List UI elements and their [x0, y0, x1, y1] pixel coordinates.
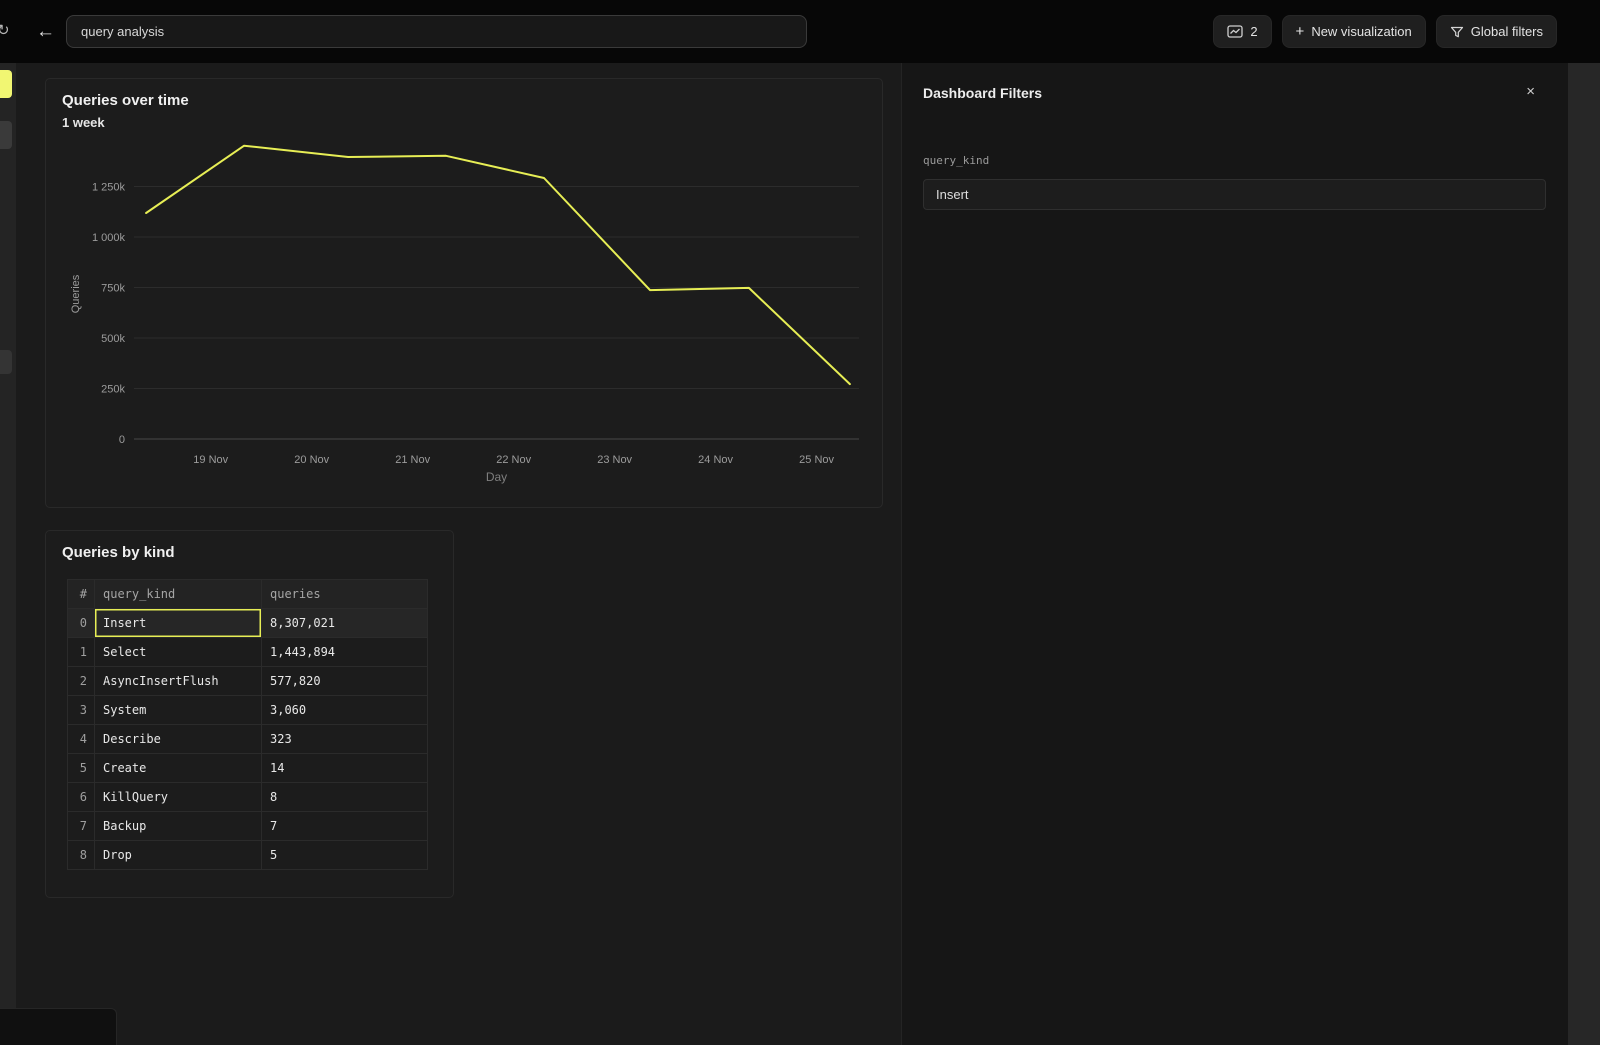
- svg-text:22 Nov: 22 Nov: [496, 454, 531, 466]
- column-header-index: #: [68, 580, 95, 609]
- query-kind-cell[interactable]: Backup: [95, 812, 262, 841]
- global-filters-label: Global filters: [1471, 24, 1543, 39]
- query-kind-cell[interactable]: Insert: [95, 609, 262, 638]
- refresh-icon[interactable]: ↻: [0, 21, 10, 39]
- row-index-cell: 1: [68, 638, 95, 667]
- filters-panel-title: Dashboard Filters: [923, 85, 1042, 101]
- sidebar-item-active[interactable]: [0, 70, 12, 98]
- svg-text:1 000k: 1 000k: [92, 232, 126, 244]
- row-index-cell: 5: [68, 754, 95, 783]
- query-kind-filter-value: Insert: [936, 187, 969, 202]
- chart-title: Queries over time: [62, 92, 189, 109]
- svg-text:20 Nov: 20 Nov: [294, 454, 329, 466]
- collapsed-sidebar: [0, 63, 16, 1045]
- queries-table: #query_kindqueries 0Insert8,307,0211Sele…: [67, 579, 428, 870]
- bottom-left-panel: [0, 1008, 117, 1045]
- funnel-icon: [1450, 25, 1464, 39]
- visualization-count-button[interactable]: 2: [1213, 15, 1271, 48]
- svg-text:19 Nov: 19 Nov: [193, 454, 228, 466]
- queries-value-cell[interactable]: 8: [262, 783, 428, 812]
- query-kind-cell[interactable]: Create: [95, 754, 262, 783]
- close-icon[interactable]: ×: [1526, 83, 1535, 100]
- new-visualization-label: New visualization: [1311, 24, 1411, 39]
- query-kind-cell[interactable]: Drop: [95, 841, 262, 870]
- svg-text:0: 0: [119, 434, 125, 446]
- row-index-cell: 2: [68, 667, 95, 696]
- table-row: 4Describe323: [68, 725, 428, 754]
- table-row: 1Select1,443,894: [68, 638, 428, 667]
- queries-over-time-panel[interactable]: 0 250k 500k 750k 1 000k 1 250k 19 Nov 20 Nov 21 …: [45, 78, 883, 508]
- query-kind-cell[interactable]: KillQuery: [95, 783, 262, 812]
- table-title: Queries by kind: [62, 544, 175, 561]
- dashboard-title-input[interactable]: [66, 15, 807, 48]
- column-header-query_kind: query_kind: [95, 580, 262, 609]
- table-row: 0Insert8,307,021: [68, 609, 428, 638]
- query-kind-cell[interactable]: Describe: [95, 725, 262, 754]
- scrollbar-track[interactable]: [1568, 0, 1600, 1045]
- new-visualization-button[interactable]: + New visualization: [1282, 15, 1426, 48]
- svg-text:250k: 250k: [101, 384, 125, 396]
- queries-value-cell[interactable]: 8,307,021: [262, 609, 428, 638]
- queries-table-body: 0Insert8,307,0211Select1,443,8942AsyncIn…: [68, 609, 428, 870]
- table-row: 3System3,060: [68, 696, 428, 725]
- table-row: 5Create14: [68, 754, 428, 783]
- queries-value-cell[interactable]: 1,443,894: [262, 638, 428, 667]
- plus-icon: +: [1296, 23, 1305, 40]
- back-button[interactable]: ←: [36, 0, 55, 63]
- svg-text:24 Nov: 24 Nov: [698, 454, 733, 466]
- row-index-cell: 4: [68, 725, 95, 754]
- queries-value-cell[interactable]: 5: [262, 841, 428, 870]
- row-index-cell: 6: [68, 783, 95, 812]
- table-row: 6KillQuery8: [68, 783, 428, 812]
- queries-chart: 0 250k 500k 750k 1 000k 1 250k 19 Nov 20 Nov 21 …: [46, 79, 882, 507]
- queries-value-cell[interactable]: 7: [262, 812, 428, 841]
- svg-text:23 Nov: 23 Nov: [597, 454, 632, 466]
- table-row: 2AsyncInsertFlush577,820: [68, 667, 428, 696]
- query-kind-cell[interactable]: System: [95, 696, 262, 725]
- global-filters-button[interactable]: Global filters: [1436, 15, 1557, 48]
- query-kind-filter-select[interactable]: Insert: [923, 179, 1546, 210]
- svg-text:500k: 500k: [101, 333, 125, 345]
- chart-subtitle: 1 week: [62, 115, 105, 130]
- queries-by-kind-panel[interactable]: Queries by kind #query_kindqueries 0Inse…: [45, 530, 454, 898]
- row-index-cell: 7: [68, 812, 95, 841]
- topbar-actions: 2 + New visualization Global filters: [1213, 15, 1557, 48]
- svg-text:Day: Day: [486, 470, 507, 484]
- queries-value-cell[interactable]: 577,820: [262, 667, 428, 696]
- dashboard-filters-panel: Dashboard Filters × query_kind Insert: [901, 63, 1568, 1045]
- app-window: ↻ ← 2 + New visualization Global filters: [0, 0, 1600, 1045]
- svg-text:Queries: Queries: [70, 274, 82, 313]
- queries-table-head-row: #query_kindqueries: [68, 580, 428, 609]
- sidebar-item[interactable]: [0, 121, 12, 149]
- visualization-count-icon: [1227, 25, 1243, 38]
- row-index-cell: 8: [68, 841, 95, 870]
- svg-text:750k: 750k: [101, 283, 125, 295]
- query-kind-cell[interactable]: AsyncInsertFlush: [95, 667, 262, 696]
- column-header-queries: queries: [262, 580, 428, 609]
- top-bar: ↻ ← 2 + New visualization Global filters: [0, 0, 1600, 63]
- table-row: 7Backup7: [68, 812, 428, 841]
- svg-text:21 Nov: 21 Nov: [395, 454, 430, 466]
- queries-value-cell[interactable]: 14: [262, 754, 428, 783]
- queries-value-cell[interactable]: 323: [262, 725, 428, 754]
- row-index-cell: 3: [68, 696, 95, 725]
- svg-text:25 Nov: 25 Nov: [799, 454, 834, 466]
- queries-value-cell[interactable]: 3,060: [262, 696, 428, 725]
- visualization-count: 2: [1250, 24, 1257, 39]
- sidebar-item[interactable]: [0, 350, 12, 374]
- query-kind-cell[interactable]: Select: [95, 638, 262, 667]
- table-row: 8Drop5: [68, 841, 428, 870]
- filter-field-label: query_kind: [923, 154, 989, 167]
- svg-text:1 250k: 1 250k: [92, 182, 126, 194]
- row-index-cell: 0: [68, 609, 95, 638]
